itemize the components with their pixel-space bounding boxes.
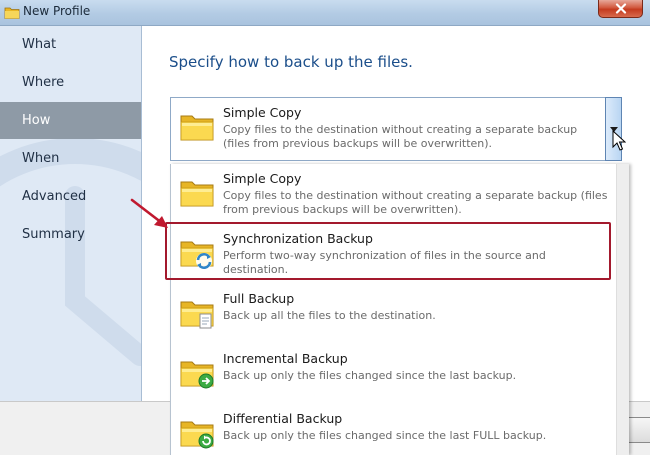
- backup-type-dropdown-list[interactable]: Simple Copy Copy files to the destinatio…: [170, 164, 629, 455]
- sidebar-item-when[interactable]: When: [0, 140, 141, 177]
- close-icon: [615, 3, 627, 14]
- sidebar-item-how[interactable]: How: [0, 102, 141, 139]
- folder-doc-icon: [180, 301, 214, 329]
- folder-incremental-icon: [180, 361, 214, 389]
- close-button[interactable]: [598, 0, 643, 18]
- option-differential-backup[interactable]: Differential Backup Back up only the fil…: [171, 404, 612, 455]
- title-bar[interactable]: New Profile: [0, 0, 650, 26]
- option-description: Back up only the files changed since the…: [223, 429, 547, 442]
- backup-type-combobox[interactable]: Simple Copy Copy files to the destinatio…: [170, 97, 622, 161]
- combo-selected-title: Simple Copy: [223, 105, 302, 120]
- option-title: Synchronization Backup: [223, 231, 373, 246]
- folder-sync-icon: [180, 241, 214, 269]
- option-title: Simple Copy: [223, 171, 302, 186]
- option-title: Differential Backup: [223, 411, 343, 426]
- dropdown-scrollbar[interactable]: [616, 164, 629, 455]
- app-icon: [4, 7, 20, 19]
- new-profile-window: New Profile What Where How When Advanced…: [0, 0, 650, 455]
- option-description: Perform two-way synchronization of files…: [223, 249, 546, 276]
- option-incremental-backup[interactable]: Incremental Backup Back up only the file…: [171, 344, 612, 404]
- sidebar-item-where[interactable]: Where: [0, 64, 141, 101]
- wizard-sidebar: What Where How When Advanced Summary: [0, 26, 142, 401]
- option-full-backup[interactable]: Full Backup Back up all the files to the…: [171, 284, 612, 344]
- option-description: Copy files to the destination without cr…: [223, 189, 608, 216]
- option-description: Back up all the files to the destination…: [223, 309, 436, 322]
- option-title: Incremental Backup: [223, 351, 348, 366]
- sidebar-item-what[interactable]: What: [0, 26, 141, 63]
- option-description: Back up only the files changed since the…: [223, 369, 517, 382]
- option-title: Full Backup: [223, 291, 295, 306]
- folder-icon: [180, 181, 214, 207]
- option-simple-copy[interactable]: Simple Copy Copy files to the destinatio…: [171, 164, 612, 224]
- page-heading: Specify how to back up the files.: [169, 53, 413, 71]
- mouse-cursor-icon: [612, 130, 626, 151]
- window-title: New Profile: [23, 4, 91, 18]
- option-synchronization-backup[interactable]: Synchronization Backup Perform two-way s…: [171, 224, 612, 284]
- combo-selected-description: Copy files to the destination without cr…: [223, 123, 578, 150]
- folder-icon: [180, 115, 214, 141]
- sidebar-item-summary[interactable]: Summary: [0, 216, 141, 253]
- annotation-arrow-icon: [130, 198, 168, 228]
- folder-differential-icon: [180, 421, 214, 449]
- sidebar-item-advanced[interactable]: Advanced: [0, 178, 141, 215]
